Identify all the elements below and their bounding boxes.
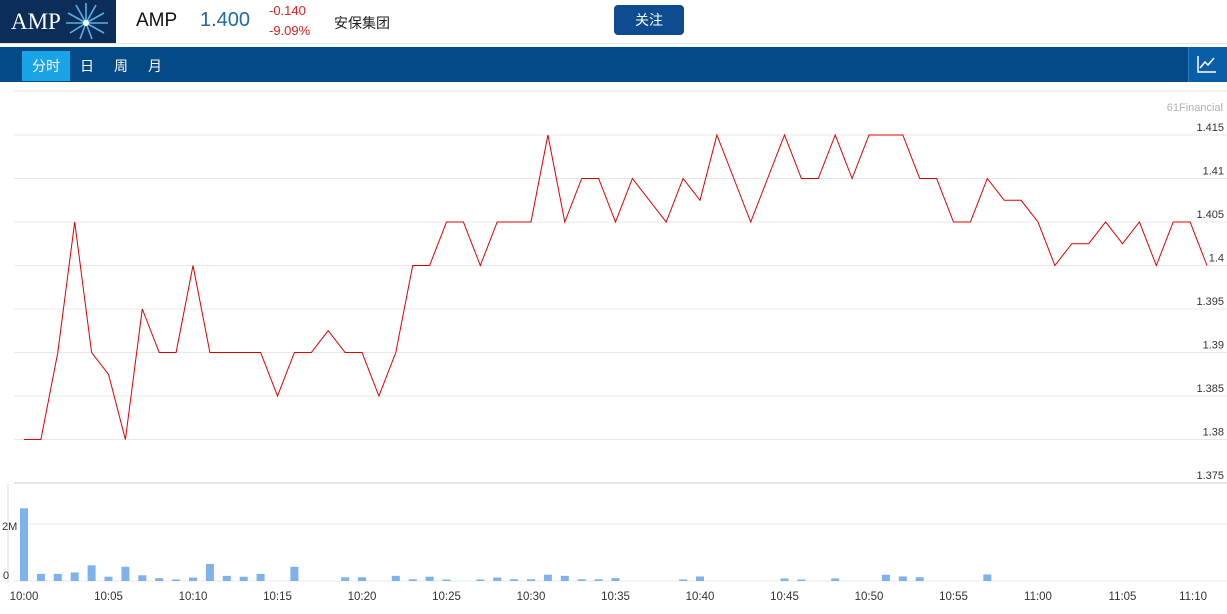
volume-tick-label: 2M: [2, 521, 17, 533]
starburst-logo-icon: [66, 3, 108, 40]
chart-grid: [7, 90, 1227, 583]
time-tick-label: 10:45: [770, 591, 799, 603]
volume-bar: [172, 579, 181, 581]
logo-text: AMP: [11, 9, 61, 34]
volume-bar: [493, 577, 502, 581]
ticker-symbol: AMP: [136, 10, 178, 31]
price-tick-label: 1.395: [1196, 296, 1224, 308]
tab-weekly[interactable]: 周: [108, 51, 134, 81]
chart-watermark: 61Financial: [1167, 102, 1223, 114]
volume-bar: [797, 579, 806, 581]
volume-bar: [527, 579, 535, 581]
volume-bar: [881, 574, 890, 581]
chart-period-tabs: 分时 日 周 月: [0, 47, 1227, 82]
time-tick-label: 10:25: [432, 591, 461, 603]
volume-axis-labels: 2M 0: [2, 521, 17, 582]
volume-bar: [560, 575, 569, 581]
last-price: 1.400: [200, 9, 251, 31]
price-tick-label: 1.375: [1196, 470, 1224, 482]
time-tick-label: 10:35: [601, 591, 630, 603]
time-tick-label: 11:00: [1024, 591, 1052, 603]
volume-bar: [831, 578, 840, 581]
amp-logo: AMP: [0, 0, 116, 43]
volume-bar: [442, 579, 451, 581]
time-tick-label: 10:05: [94, 591, 123, 603]
volume-bar: [121, 566, 130, 581]
volume-bar: [104, 576, 113, 581]
volume-bar: [915, 577, 924, 581]
time-tick-label: 10:20: [348, 591, 377, 603]
volume-bar: [138, 575, 147, 581]
price-change: -0.140: [269, 3, 306, 18]
price-tick-label: 1.41: [1203, 166, 1224, 178]
volume-bar: [358, 577, 366, 581]
price-change-percent: -9.09%: [269, 23, 311, 38]
price-tick-label: 1.405: [1196, 209, 1224, 221]
intraday-chart: 61Financial 1.4151.411.4051.41.3951.391.…: [2, 90, 1227, 603]
volume-bar: [425, 576, 434, 581]
time-tick-label: 10:55: [939, 591, 968, 603]
tab-daily[interactable]: 日: [74, 51, 100, 81]
volume-bar: [53, 573, 62, 581]
line-chart-icon: [1197, 56, 1216, 73]
time-tick-label: 10:00: [10, 591, 39, 603]
time-tick-label: 10:30: [517, 591, 546, 603]
tab-intraday[interactable]: 分时: [22, 51, 70, 81]
volume-bar: [155, 578, 164, 581]
volume-bar: [611, 578, 620, 581]
volume-bar: [256, 573, 265, 581]
volume-bars: [20, 508, 992, 581]
time-tick-label: 11:10: [1179, 591, 1207, 603]
volume-bar: [408, 579, 417, 581]
volume-bar: [594, 579, 603, 581]
volume-bar: [239, 576, 248, 581]
company-name: 安保集团: [334, 15, 390, 31]
price-tick-label: 1.385: [1196, 383, 1224, 395]
time-tick-label: 11:05: [1109, 591, 1137, 603]
volume-bar: [696, 576, 704, 581]
time-tick-label: 10:10: [179, 591, 208, 603]
quote-header: AMP AMP 1.400 -0.140 -9.09% 安保集团 关注: [0, 0, 1227, 44]
volume-bar: [679, 579, 688, 581]
price-tick-label: 1.4: [1209, 253, 1224, 265]
volume-bar: [983, 574, 992, 581]
follow-button[interactable]: 关注: [614, 5, 684, 35]
time-tick-label: 10:40: [686, 591, 715, 603]
price-axis-labels: 1.415 1.41 1.405 1.4 1.395 1.39 1.385 1.38 1.375: [1196, 122, 1224, 482]
time-tick-label: 10:15: [263, 591, 292, 603]
price-tick-label: 1.39: [1203, 340, 1224, 352]
volume-tick-label: 0: [3, 570, 9, 582]
volume-bar: [510, 579, 519, 581]
time-tick-label: 10:50: [855, 591, 884, 603]
volume-bar: [20, 508, 28, 581]
time-axis-labels: 10:00 10:05 10:10 10:15 10:20 10:25 10:30 10:35…: [10, 591, 1207, 603]
price-tick-label: 1.38: [1203, 427, 1224, 439]
chart-type-toggle[interactable]: [1188, 47, 1227, 82]
price-tick-label: 1.415: [1196, 122, 1224, 134]
volume-bar: [577, 579, 586, 581]
volume-bar: [36, 573, 45, 581]
volume-bar: [543, 574, 552, 581]
tab-monthly[interactable]: 月: [142, 51, 168, 81]
volume-bar: [341, 577, 350, 581]
volume-bar: [476, 579, 485, 581]
price-line: [24, 133, 1208, 440]
volume-bar: [780, 578, 789, 581]
volume-bar: [898, 576, 907, 581]
volume-bar: [205, 563, 214, 581]
volume-bar: [87, 565, 96, 581]
volume-bar: [70, 572, 79, 581]
volume-bar: [290, 566, 299, 581]
volume-bar: [391, 575, 400, 581]
volume-bar: [189, 577, 197, 581]
volume-bar: [222, 575, 231, 581]
